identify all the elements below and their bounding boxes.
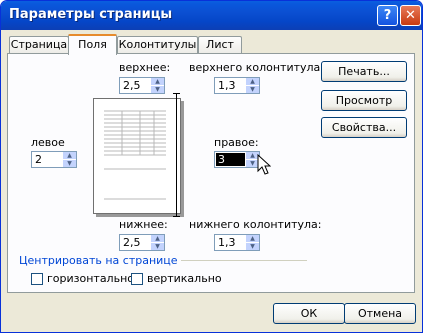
spinner-arrows: ▲ ▼ bbox=[246, 78, 259, 93]
spin-down-icon[interactable]: ▼ bbox=[246, 243, 259, 250]
top-margin-spinner[interactable]: 2,5 ▲ ▼ bbox=[119, 77, 165, 94]
spinner-arrows: ▲ ▼ bbox=[63, 152, 76, 167]
page-setup-dialog: Параметры страницы ? ✕ Страница Поля Кол… bbox=[0, 0, 423, 333]
header-margin-spinner[interactable]: 1,3 ▲ ▼ bbox=[214, 77, 260, 94]
spinner-arrows: ▲ ▼ bbox=[246, 235, 259, 250]
tab-headers-footers-label: Колонтитулы bbox=[118, 38, 197, 51]
tab-margins-label: Поля bbox=[78, 38, 107, 51]
tab-margins[interactable]: Поля bbox=[68, 34, 117, 55]
help-button[interactable]: ? bbox=[377, 5, 398, 26]
title-bar: Параметры страницы ? ✕ bbox=[1, 1, 422, 30]
print-button-label: Печать... bbox=[338, 65, 390, 78]
left-margin-spinner[interactable]: 2 ▲ ▼ bbox=[31, 151, 77, 168]
footer-margin-label: нижнего колонтитула: bbox=[189, 218, 322, 231]
page-preview-graphic bbox=[104, 110, 166, 200]
spin-up-icon[interactable]: ▲ bbox=[151, 78, 164, 86]
cancel-button[interactable]: Отмена bbox=[344, 303, 416, 324]
right-margin-label: правое: bbox=[214, 136, 259, 149]
preview-button-label: Просмотр bbox=[335, 94, 393, 107]
tab-page-label: Страница bbox=[10, 38, 68, 51]
properties-button-label: Свойства... bbox=[331, 121, 397, 134]
cancel-button-label: Отмена bbox=[357, 307, 403, 320]
spin-up-icon[interactable]: ▲ bbox=[246, 235, 259, 243]
center-horizontal-checkbox[interactable] bbox=[31, 273, 43, 285]
right-margin-guide bbox=[176, 93, 177, 217]
page-preview bbox=[93, 98, 181, 214]
close-button[interactable]: ✕ bbox=[400, 5, 421, 26]
ok-button-label: ОК bbox=[300, 307, 318, 320]
bottom-margin-label: нижнее: bbox=[119, 218, 168, 231]
tab-page[interactable]: Страница bbox=[9, 36, 69, 54]
center-vertical-checkbox[interactable] bbox=[131, 273, 143, 285]
properties-button[interactable]: Свойства... bbox=[321, 117, 407, 138]
ok-button[interactable]: ОК bbox=[273, 303, 345, 324]
bottom-margin-spinner[interactable]: 2,5 ▲ ▼ bbox=[119, 234, 165, 251]
tab-sheet[interactable]: Лист bbox=[198, 36, 242, 54]
tab-sheet-label: Лист bbox=[206, 38, 234, 51]
close-icon: ✕ bbox=[405, 8, 416, 23]
print-button[interactable]: Печать... bbox=[321, 61, 407, 82]
right-margin-guide-bottom bbox=[173, 216, 180, 217]
preview-button[interactable]: Просмотр bbox=[321, 90, 407, 111]
spinner-arrows: ▲ ▼ bbox=[151, 235, 164, 250]
center-horizontal-label: горизонтально bbox=[47, 272, 134, 285]
left-margin-value: 2 bbox=[35, 153, 42, 166]
left-margin-label: левое bbox=[31, 136, 65, 149]
mouse-cursor-icon bbox=[257, 154, 271, 175]
centering-group-label: Центрировать на странице bbox=[19, 254, 181, 267]
top-margin-value: 2,5 bbox=[123, 79, 141, 92]
dialog-title: Параметры страницы bbox=[9, 7, 173, 22]
footer-margin-spinner[interactable]: 1,3 ▲ ▼ bbox=[214, 234, 260, 251]
right-margin-value: 3 bbox=[216, 153, 245, 166]
spin-up-icon[interactable]: ▲ bbox=[246, 78, 259, 86]
spin-down-icon[interactable]: ▼ bbox=[151, 243, 164, 250]
help-icon: ? bbox=[383, 8, 392, 23]
top-margin-label: верхнее: bbox=[119, 61, 171, 74]
spin-down-icon[interactable]: ▼ bbox=[63, 160, 76, 167]
center-vertical-label: вертикально bbox=[147, 272, 222, 285]
header-margin-value: 1,3 bbox=[218, 79, 236, 92]
footer-margin-value: 1,3 bbox=[218, 236, 236, 249]
spin-up-icon[interactable]: ▲ bbox=[151, 235, 164, 243]
spin-down-icon[interactable]: ▼ bbox=[151, 86, 164, 93]
spin-down-icon[interactable]: ▼ bbox=[246, 86, 259, 93]
right-margin-guide-top bbox=[173, 93, 180, 94]
right-margin-spinner[interactable]: 3 ▲ ▼ bbox=[214, 151, 260, 168]
header-margin-label: верхнего колонтитула: bbox=[189, 61, 324, 74]
tab-headers-footers[interactable]: Колонтитулы bbox=[117, 36, 198, 54]
spinner-arrows: ▲ ▼ bbox=[151, 78, 164, 93]
bottom-margin-value: 2,5 bbox=[123, 236, 141, 249]
spin-up-icon[interactable]: ▲ bbox=[63, 152, 76, 160]
